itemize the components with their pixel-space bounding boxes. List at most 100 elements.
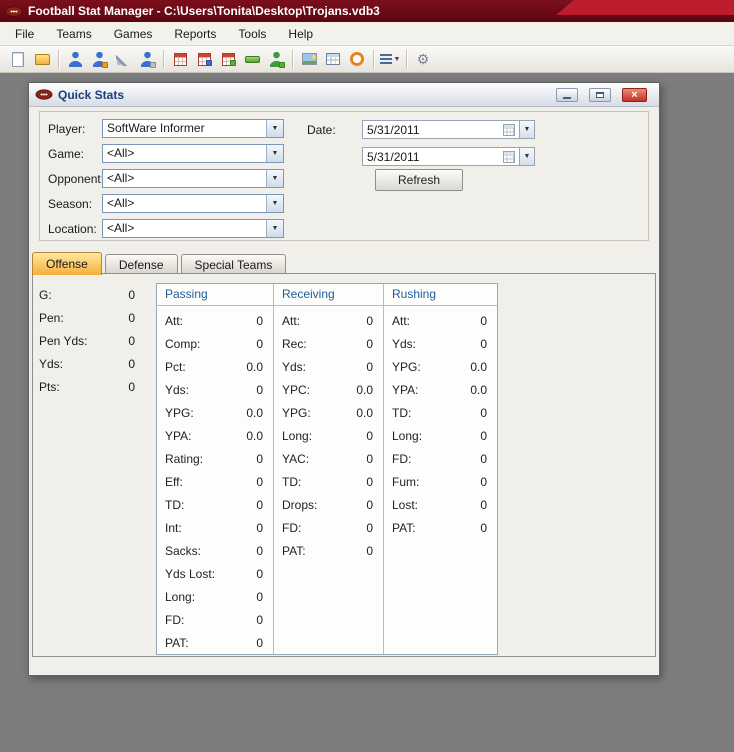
stat-label: TD: [282,474,302,489]
filter-combo-season[interactable]: <All> ▼ [102,194,284,213]
date-to-field[interactable]: 5/31/2011 [362,147,520,166]
print-player-glyph [140,51,156,68]
stat-row-rushing-fd: FD: 0 [384,447,497,470]
menu-item-games[interactable]: Games [103,23,164,45]
stat-value: 0 [256,543,263,558]
refresh-button[interactable]: Refresh [375,169,463,191]
menu-item-tools[interactable]: Tools [227,23,277,45]
stat-label: PAT: [282,543,306,558]
roster-grid-icon[interactable] [193,48,215,70]
combo-dropdown-button[interactable]: ▼ [266,170,283,187]
open-icon[interactable] [31,48,53,70]
stat-value: 0.0 [470,382,487,397]
minimize-button[interactable] [556,88,578,102]
filter-label-location: Location: [48,221,97,236]
stat-column-receiving: Receiving Att: 0 Rec: 0 Yds: 0 YPC: 0.0 YPG: 0.0 Lo… [274,284,384,654]
icon-badge [205,59,212,66]
filter-row-location: Location: <All> ▼ [48,219,284,238]
tab-defense[interactable]: Defense [104,254,178,274]
edit-player-icon[interactable] [88,48,110,70]
filter-combo-player[interactable]: SoftWare Informer ▼ [102,119,284,138]
players-icon[interactable] [64,48,86,70]
stat-row-passing-sacks: Sacks: 0 [157,539,273,562]
maximize-button[interactable] [589,88,611,102]
menu-item-help[interactable]: Help [277,23,324,45]
stat-label: YPG: [165,405,194,420]
players-glyph [68,51,82,67]
dialog-title: Quick Stats [58,87,125,102]
add-player-icon[interactable] [265,48,287,70]
filter-combo-game[interactable]: <All> ▼ [102,144,284,163]
combo-dropdown-button[interactable]: ▼ [266,220,283,237]
stat-label: Yds: [282,359,307,374]
stat-column-passing: Passing Att: 0 Comp: 0 Pct: 0.0 Yds: 0 YPG: 0.0 YPA… [157,284,274,654]
stat-row-rushing-att: Att: 0 [384,309,497,332]
tools-wrench-icon[interactable] [112,48,134,70]
stat-label: Comp: [165,336,201,351]
filter-row-game: Game: <All> ▼ [48,144,284,163]
stat-row-rushing-yds: Yds: 0 [384,332,497,355]
timer-icon[interactable] [346,48,368,70]
menu-item-teams[interactable]: Teams [45,23,102,45]
stat-label: TD: [165,497,185,512]
football-icon [5,5,23,17]
stat-label: Pts: [39,379,60,394]
view-list-icon[interactable]: ▼ [379,48,401,70]
icon-badge [278,61,285,68]
stats-table-icon[interactable] [322,48,344,70]
stat-label: Drops: [282,497,318,512]
add-player-glyph [269,51,285,68]
stat-label: Long: [392,428,423,443]
filter-combo-location[interactable]: <All> ▼ [102,219,284,238]
stat-label: Lost: [392,497,419,512]
export-grid-icon[interactable] [217,48,239,70]
close-button[interactable]: × [622,88,647,102]
filter-combo-opponent[interactable]: <All> ▼ [102,169,284,188]
stat-value: 0 [480,428,487,443]
stat-label: YPA: [392,382,419,397]
stat-value: 0 [128,310,135,325]
date-to-dropdown[interactable]: ▼ [520,147,535,166]
toolbar-separator [292,49,293,69]
combo-dropdown-button[interactable]: ▼ [266,195,283,212]
date-from-dropdown[interactable]: ▼ [520,120,535,139]
settings-gear-icon[interactable]: ⚙ [412,48,434,70]
stat-row-receiving-rec: Rec: 0 [274,332,383,355]
field-glyph [244,55,260,63]
field-icon[interactable] [241,48,263,70]
stat-value: 0 [256,336,263,351]
stat-row-rushing-pat: PAT: 0 [384,516,497,539]
photo-icon[interactable] [298,48,320,70]
new-icon[interactable] [7,48,29,70]
timer-glyph [350,52,364,66]
stat-value: 0 [256,382,263,397]
filter-row-player: Player: SoftWare Informer ▼ [48,119,284,138]
combo-dropdown-button[interactable]: ▼ [266,145,283,162]
stat-value: 0 [366,474,373,489]
stat-value: 0 [128,333,135,348]
menu-item-file[interactable]: File [4,23,45,45]
stat-value: 0 [256,589,263,604]
tab-offense[interactable]: Offense [32,252,102,275]
window-controls: × [556,88,647,102]
stat-value: 0 [256,313,263,328]
stat-label: TD: [392,405,412,420]
dropdown-caret-icon: ▼ [393,55,401,63]
tab-special-teams[interactable]: Special Teams [180,254,287,274]
print-player-icon[interactable] [136,48,158,70]
column-header-passing: Passing [157,284,273,306]
stat-value: 0 [366,428,373,443]
menu-item-reports[interactable]: Reports [163,23,227,45]
stat-value: 0.0 [246,428,263,443]
toolbar-separator [406,49,407,69]
stat-label: Int: [165,520,182,535]
stat-label: YPA: [165,428,192,443]
date-from-field[interactable]: 5/31/2011 [362,120,520,139]
stat-value: 0.0 [246,359,263,374]
dialog-titlebar[interactable]: Quick Stats × [29,83,659,107]
new-glyph [12,51,24,67]
combo-dropdown-button[interactable]: ▼ [266,120,283,137]
stat-row-receiving-ypc: YPC: 0.0 [274,378,383,401]
stat-row-passing-pct: Pct: 0.0 [157,355,273,378]
schedule-grid-icon[interactable] [169,48,191,70]
